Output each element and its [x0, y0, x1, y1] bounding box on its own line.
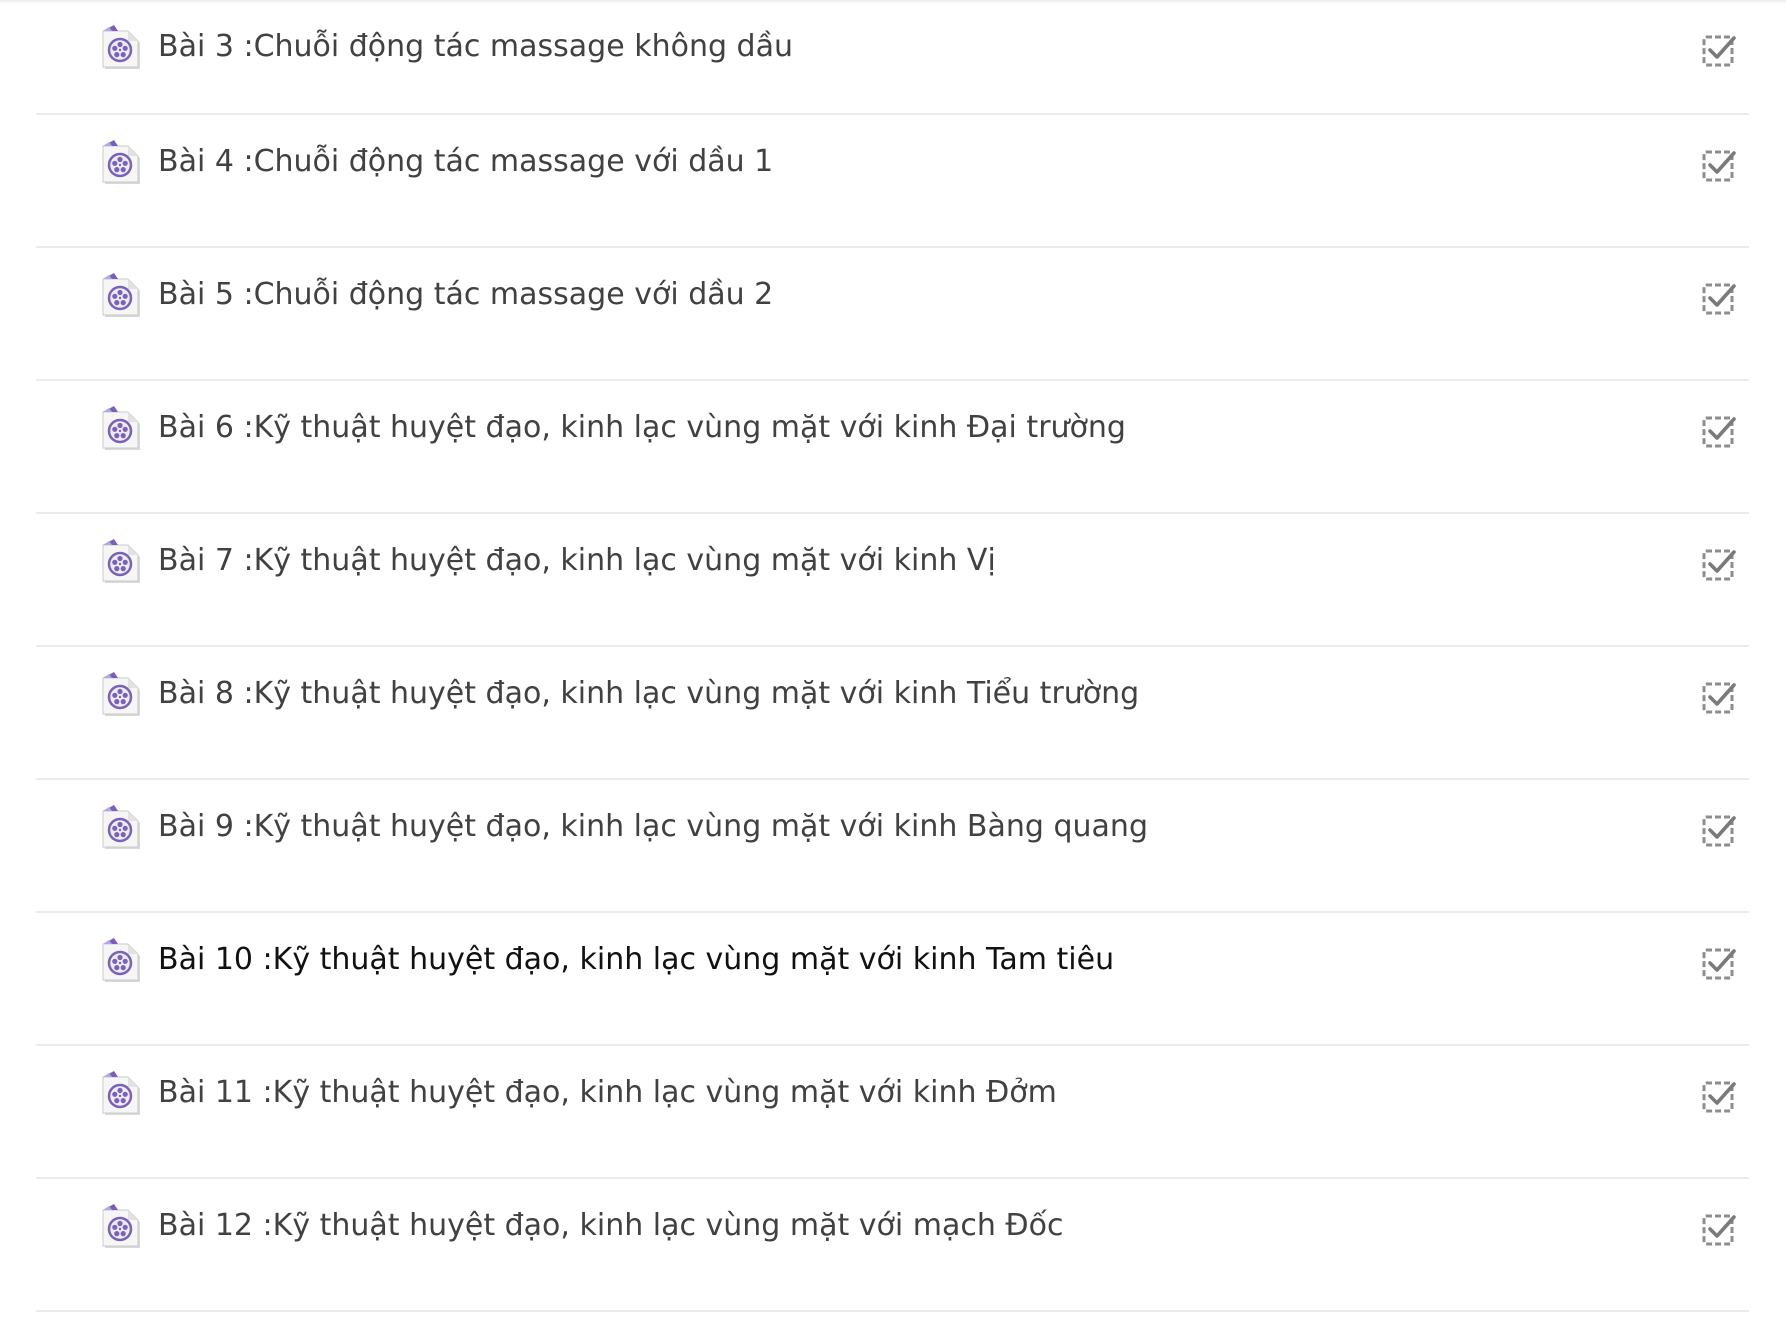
lesson-row[interactable]: Bài 8 :Kỹ thuật huyệt đạo, kinh lạc vùng… — [36, 647, 1749, 780]
checkbox-checked-icon[interactable] — [1701, 546, 1737, 582]
video-file-icon — [100, 1204, 142, 1250]
lesson-title[interactable]: Bài 12 :Kỹ thuật huyệt đạo, kinh lạc vùn… — [158, 1206, 1064, 1246]
lesson-title[interactable]: Bài 7 :Kỹ thuật huyệt đạo, kinh lạc vùng… — [158, 541, 996, 581]
checkbox-checked-icon[interactable] — [1701, 679, 1737, 715]
checkbox-checked-icon[interactable] — [1701, 147, 1737, 183]
lesson-row[interactable]: Bài 9 :Kỹ thuật huyệt đạo, kinh lạc vùng… — [36, 780, 1749, 913]
video-file-icon — [100, 938, 142, 984]
lesson-title[interactable]: Bài 4 :Chuỗi động tác massage với dầu 1 — [158, 142, 773, 182]
lesson-row-active[interactable]: Bài 10 :Kỹ thuật huyệt đạo, kinh lạc vùn… — [36, 913, 1749, 1046]
lesson-row[interactable]: Bài 7 :Kỹ thuật huyệt đạo, kinh lạc vùng… — [36, 514, 1749, 647]
lesson-list: Bài 3 :Chuỗi động tác massage không dầu … — [36, 0, 1749, 1312]
lesson-title[interactable]: Bài 3 :Chuỗi động tác massage không dầu — [158, 27, 793, 67]
lesson-list-page: Bài 3 :Chuỗi động tác massage không dầu … — [0, 0, 1786, 1328]
video-file-icon — [100, 672, 142, 718]
lesson-title[interactable]: Bài 10 :Kỹ thuật huyệt đạo, kinh lạc vùn… — [158, 940, 1114, 980]
lesson-title[interactable]: Bài 8 :Kỹ thuật huyệt đạo, kinh lạc vùng… — [158, 674, 1139, 714]
lesson-row[interactable]: Bài 12 :Kỹ thuật huyệt đạo, kinh lạc vùn… — [36, 1179, 1749, 1312]
lesson-row[interactable]: Bài 5 :Chuỗi động tác massage với dầu 2 — [36, 248, 1749, 381]
video-file-icon — [100, 140, 142, 186]
lesson-title[interactable]: Bài 6 :Kỹ thuật huyệt đạo, kinh lạc vùng… — [158, 408, 1126, 448]
lesson-title[interactable]: Bài 5 :Chuỗi động tác massage với dầu 2 — [158, 275, 773, 315]
video-file-icon — [100, 25, 142, 71]
checkbox-checked-icon[interactable] — [1701, 413, 1737, 449]
checkbox-checked-icon[interactable] — [1701, 280, 1737, 316]
video-file-icon — [100, 273, 142, 319]
checkbox-checked-icon[interactable] — [1701, 812, 1737, 848]
lesson-row[interactable]: Bài 4 :Chuỗi động tác massage với dầu 1 — [36, 115, 1749, 248]
video-file-icon — [100, 539, 142, 585]
checkbox-checked-icon[interactable] — [1701, 945, 1737, 981]
checkbox-checked-icon[interactable] — [1701, 32, 1737, 68]
video-file-icon — [100, 406, 142, 452]
lesson-row[interactable]: Bài 11 :Kỹ thuật huyệt đạo, kinh lạc vùn… — [36, 1046, 1749, 1179]
lesson-row[interactable]: Bài 3 :Chuỗi động tác massage không dầu — [36, 0, 1749, 115]
video-file-icon — [100, 1071, 142, 1117]
checkbox-checked-icon[interactable] — [1701, 1211, 1737, 1247]
lesson-title[interactable]: Bài 11 :Kỹ thuật huyệt đạo, kinh lạc vùn… — [158, 1073, 1057, 1113]
checkbox-checked-icon[interactable] — [1701, 1078, 1737, 1114]
lesson-title[interactable]: Bài 9 :Kỹ thuật huyệt đạo, kinh lạc vùng… — [158, 807, 1148, 847]
video-file-icon — [100, 805, 142, 851]
lesson-row[interactable]: Bài 6 :Kỹ thuật huyệt đạo, kinh lạc vùng… — [36, 381, 1749, 514]
